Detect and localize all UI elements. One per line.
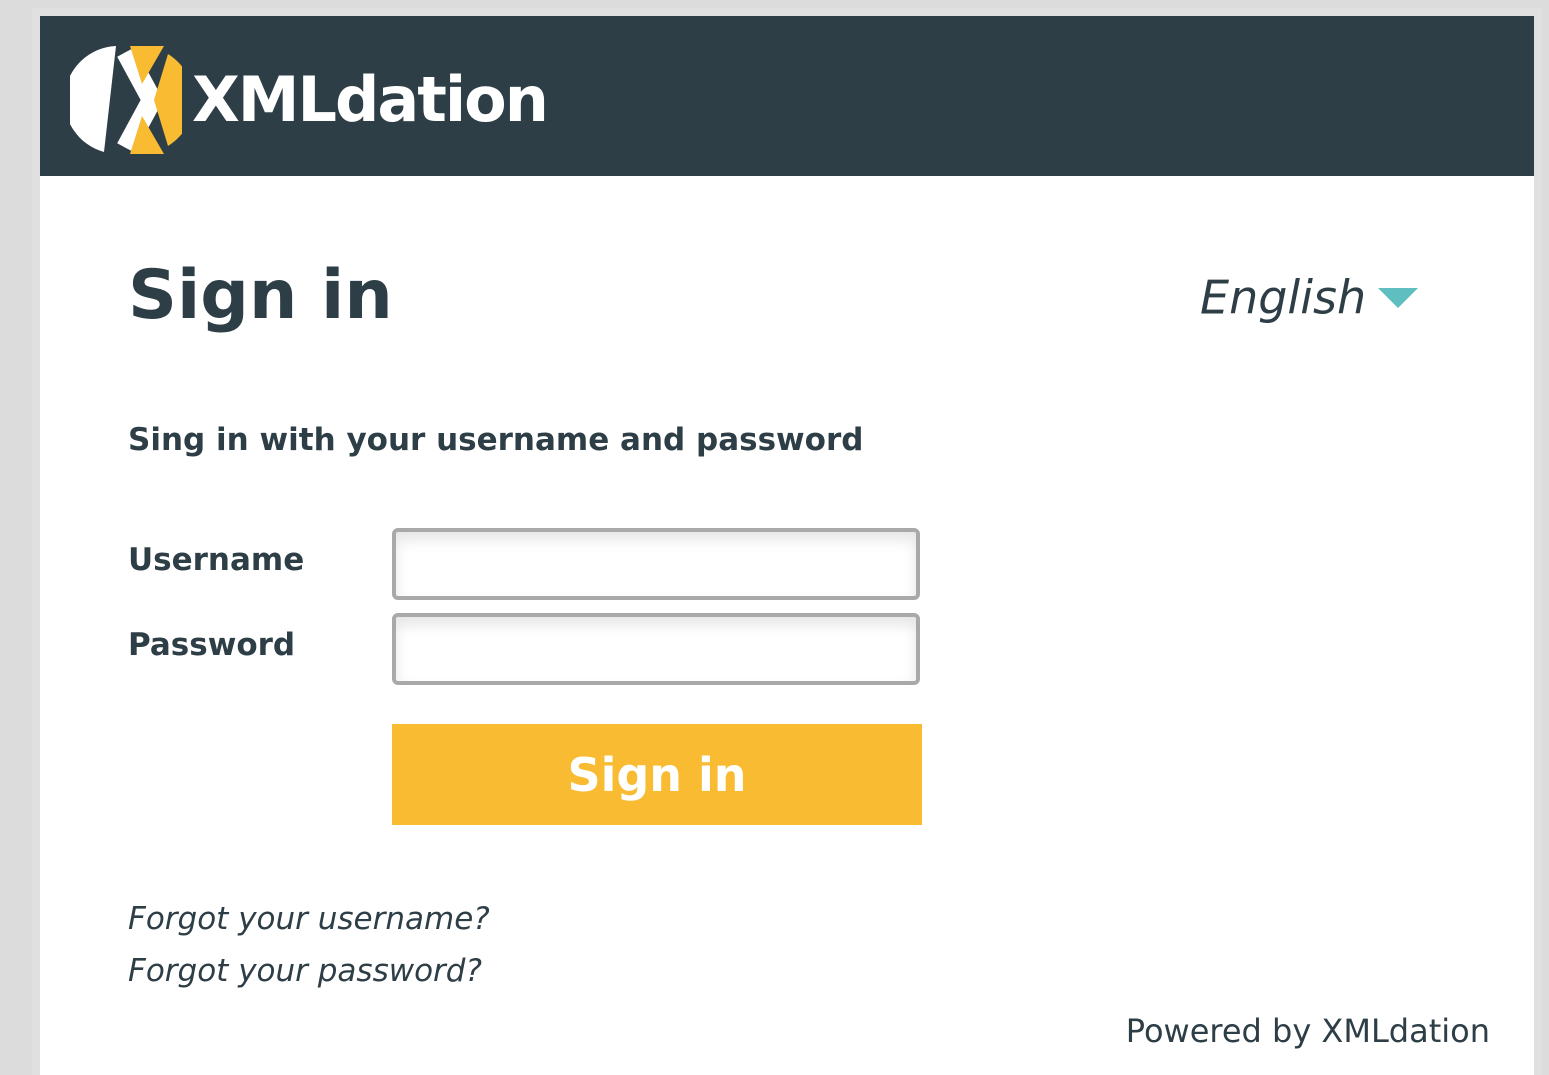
password-input[interactable] — [392, 613, 920, 685]
caret-down-icon — [1378, 287, 1419, 308]
username-input[interactable] — [392, 528, 920, 600]
page-title: Sign in — [128, 256, 393, 335]
language-label: English — [1200, 270, 1367, 325]
language-selector[interactable]: English — [1200, 264, 1419, 328]
sign-in-button[interactable]: Sign in — [392, 724, 922, 825]
xmldation-logo-icon — [70, 46, 182, 154]
password-label: Password — [128, 627, 296, 663]
signin-instructions: Sing in with your username and password — [128, 422, 864, 458]
forgot-password-link[interactable]: Forgot your password? — [128, 951, 482, 991]
powered-by-text: Powered by XMLdation — [1125, 1012, 1490, 1050]
forgot-username-link[interactable]: Forgot your username? — [128, 899, 490, 939]
header-bar: XMLdation — [40, 16, 1534, 176]
username-label: Username — [128, 542, 305, 578]
brand-name: XMLdation — [192, 63, 549, 136]
login-card: XMLdation Sign in English Sing in with y… — [40, 16, 1534, 1075]
